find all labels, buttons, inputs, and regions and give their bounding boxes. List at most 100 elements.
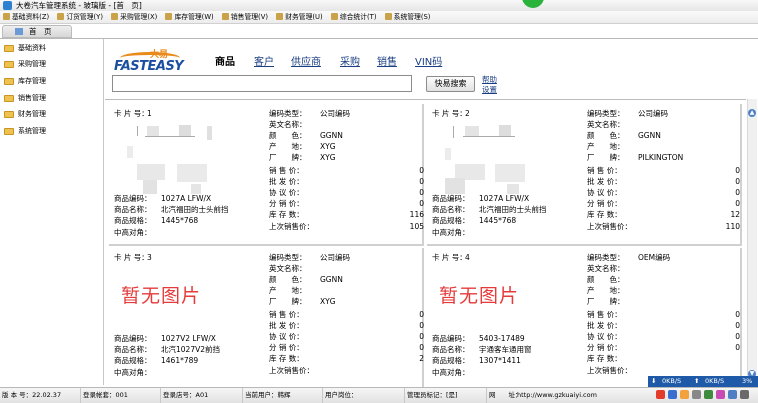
origin-label: 产 地： (269, 142, 307, 151)
menu-item-inventory[interactable]: 库存管理(W) (165, 11, 214, 24)
tab-sales[interactable]: 销售 (377, 57, 397, 69)
spec-label: 商品规格： (114, 216, 152, 225)
mid-label: 中高对角： (114, 228, 152, 237)
window-title: 大卷汽车管理系统 - 玻璃版 - [首 页] (16, 1, 142, 10)
moon-icon[interactable] (680, 390, 689, 399)
code-value: 1027A LFW/X (161, 194, 212, 203)
color-value: GGNN (320, 131, 343, 140)
brand-value: PILKINGTON (638, 153, 684, 162)
ime-chinese-icon[interactable] (668, 390, 677, 399)
punctuation-icon[interactable] (692, 390, 701, 399)
tab-purchasing[interactable]: 采购 (340, 57, 360, 69)
code-type-label: 编码类型： (587, 253, 625, 262)
sidebar-item-finance[interactable]: 财务管理 (3, 108, 46, 121)
dist-price-label: 分 销 价： (587, 199, 622, 208)
fasteasy-logo: 大易 FASTEASY (114, 50, 202, 76)
card-no-value: 4 (465, 253, 470, 262)
vertical-scrollbar[interactable] (747, 99, 757, 385)
menu-item-finance[interactable]: 财务管理(U) (276, 11, 323, 24)
sidebar: 基础资料 采购管理 库存管理 销售管理 财务管理 系统管理 (0, 39, 104, 385)
code-value: 1027A LFW/X (479, 194, 530, 203)
status-post: 用户岗位： (322, 388, 358, 403)
origin-label: 产 地： (269, 286, 307, 295)
quick-search-button[interactable]: 快易搜索 (426, 76, 475, 92)
product-card[interactable]: 卡 片 号： 1 商品编码： 1027A LFW/X 商品名称： 北汽福田的士头… (109, 104, 424, 246)
en-name-label: 英文名称： (587, 120, 625, 129)
name-value: 宇通客车通用窗 (479, 345, 532, 354)
menu-item-orders[interactable]: 订货管理(Y) (57, 11, 103, 24)
tab-vin[interactable]: VIN码 (415, 57, 442, 69)
card-no-value: 3 (147, 253, 152, 262)
scroll-up-icon[interactable]: ▲ (748, 109, 756, 117)
ime-s-icon[interactable] (656, 390, 665, 399)
skin-icon[interactable] (716, 390, 725, 399)
tab-products[interactable]: 商品 (215, 57, 235, 69)
code-label: 商品编码： (114, 334, 152, 343)
product-card[interactable]: 卡 片 号： 3 暂无图片 商品编码： 1027V2 LFW/X 商品名称： 北… (109, 248, 424, 390)
help-link[interactable]: 帮助 (482, 75, 497, 84)
dist-price-value: 0 (735, 343, 740, 352)
wholesale-price-value: 0 (419, 177, 424, 186)
name-value: 北汽福田的士头前挡 (479, 205, 547, 214)
menu-item-purchasing[interactable]: 采购管理(X) (111, 11, 157, 24)
brand-label: 厂 牌： (587, 297, 625, 306)
status-account: 登录帐套：001 (80, 388, 128, 403)
sale-price-label: 销 售 价： (269, 166, 304, 175)
user-icon[interactable] (728, 390, 737, 399)
menu-item-statistics[interactable]: 综合统计(T) (330, 11, 376, 24)
download-speed: 0KB/S (662, 377, 682, 385)
agreed-price-label: 协 议 价： (269, 332, 304, 341)
tab-customers[interactable]: 客户 (254, 57, 274, 69)
stock-value: 2 (419, 354, 424, 363)
keyboard-icon[interactable] (704, 390, 713, 399)
sidebar-item-system[interactable]: 系统管理 (3, 125, 46, 138)
download-arrow-icon: ⬇ (651, 377, 657, 385)
wholesale-price-label: 批 发 价： (587, 177, 622, 186)
menu-item-basic-data[interactable]: 基础资料(Z) (3, 11, 49, 24)
card-no-value: 1 (147, 109, 152, 118)
brand-value: XYG (320, 297, 336, 306)
agreed-price-value: 0 (735, 188, 740, 197)
agreed-price-label: 协 议 价： (587, 188, 622, 197)
code-type-label: 编码类型： (269, 109, 307, 118)
sidebar-item-inventory[interactable]: 库存管理 (3, 75, 46, 88)
spec-value: 1461*789 (161, 356, 199, 365)
tab-divider (0, 38, 758, 39)
product-card[interactable]: 卡 片 号： 2 商品编码： 1027A LFW/X 商品名称： 北汽福田的士头… (427, 104, 742, 246)
code-type-value: 公司编码 (320, 109, 350, 118)
menu-item-sales[interactable]: 销售管理(V) (221, 11, 268, 24)
product-card[interactable]: 卡 片 号： 4 暂无图片 商品编码： 5403-17489 商品名称： 宇通客… (427, 248, 742, 390)
origin-label: 产 地： (587, 142, 625, 151)
color-value: GGNN (320, 275, 343, 284)
mid-label: 中高对角： (432, 228, 470, 237)
menu-icon (111, 13, 119, 20)
sidebar-item-sales[interactable]: 销售管理 (3, 92, 46, 105)
tools-icon[interactable] (740, 390, 749, 399)
code-label: 商品编码： (432, 334, 470, 343)
code-value: 5403-17489 (479, 334, 525, 343)
menubar: 基础资料(Z) 订货管理(Y) 采购管理(X) 库存管理(W) 销售管理(V) … (0, 11, 758, 24)
en-name-label: 英文名称： (269, 120, 307, 129)
menu-item-system[interactable]: 系统管理(S) (384, 11, 430, 24)
app-icon (3, 1, 12, 10)
last-price-label: 上次销售价： (587, 366, 632, 375)
brand-label: 厂 牌： (269, 153, 307, 162)
mid-label: 中高对角： (432, 368, 470, 377)
name-label: 商品名称： (432, 345, 470, 354)
card-no-value: 2 (465, 109, 470, 118)
no-image-placeholder: 暂无图片 (439, 285, 520, 307)
sidebar-item-purchasing[interactable]: 采购管理 (3, 58, 46, 71)
status-user: 当前用户：韩辉 (242, 388, 291, 403)
menu-icon (221, 13, 229, 20)
sidebar-item-basic-data[interactable]: 基础资料 (3, 42, 46, 55)
wholesale-price-value: 0 (735, 321, 740, 330)
wholesale-price-value: 0 (735, 177, 740, 186)
menu-icon (276, 13, 284, 20)
name-label: 商品名称： (432, 205, 470, 214)
search-input[interactable] (112, 75, 412, 92)
tab-suppliers[interactable]: 供应商 (291, 57, 321, 69)
menu-icon (165, 13, 173, 20)
settings-link[interactable]: 设置 (482, 85, 497, 94)
tab-home[interactable]: 首 页 (2, 25, 72, 38)
sale-price-value: 0 (419, 310, 424, 319)
